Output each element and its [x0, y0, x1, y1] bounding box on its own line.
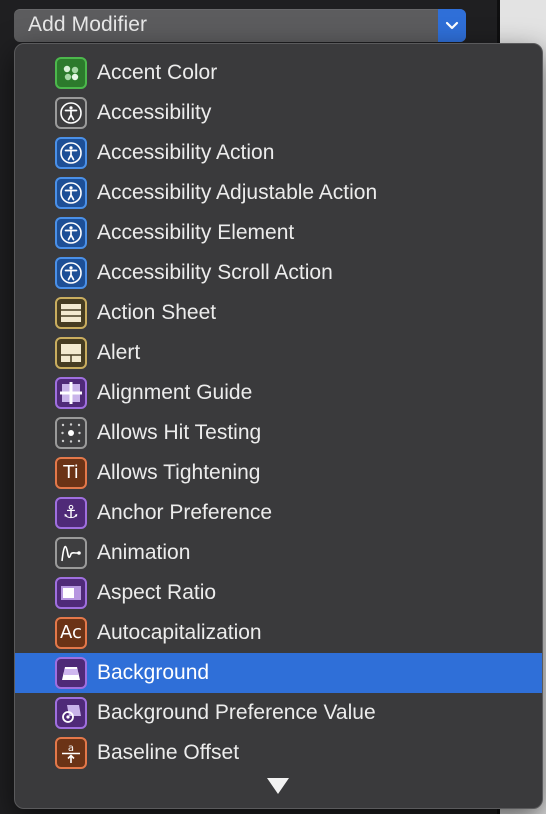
menu-item-label: Allows Hit Testing — [97, 421, 262, 444]
menu-item-label: Accessibility Action — [97, 141, 275, 164]
menu-list: Accent Color Accessibility Accessibility… — [15, 53, 542, 773]
menu-item-allows-hit-testing[interactable]: Allows Hit Testing — [15, 413, 542, 453]
menu-item-accessibility-action[interactable]: Accessibility Action — [15, 133, 542, 173]
alignment-guide-icon — [55, 377, 87, 409]
menu-item-label: Accessibility Scroll Action — [97, 261, 333, 284]
menu-item-accessibility-scroll-action[interactable]: Accessibility Scroll Action — [15, 253, 542, 293]
hit-testing-icon — [55, 417, 87, 449]
menu-item-accessibility-adjustable-action[interactable]: Accessibility Adjustable Action — [15, 173, 542, 213]
animation-icon — [55, 537, 87, 569]
menu-item-allows-tightening[interactable]: Ti Allows Tightening — [15, 453, 542, 493]
menu-item-accessibility-element[interactable]: Accessibility Element — [15, 213, 542, 253]
anchor-glyph: ⚓ — [62, 502, 80, 523]
svg-text:a: a — [68, 743, 74, 754]
menu-item-autocapitalization[interactable]: Ac Autocapitalization — [15, 613, 542, 653]
accessibility-icon — [55, 217, 87, 249]
menu-item-label: Accessibility Element — [97, 221, 295, 244]
alert-icon — [55, 337, 87, 369]
background-icon — [55, 657, 87, 689]
aspect-ratio-icon — [55, 577, 87, 609]
scroll-down-arrow-icon[interactable] — [267, 778, 289, 794]
baseline-offset-icon: a — [55, 737, 87, 769]
menu-item-label: Baseline Offset — [97, 741, 240, 764]
accessibility-icon — [55, 97, 87, 129]
menu-item-label: Autocapitalization — [97, 621, 262, 644]
autocapitalization-glyph: Ac — [60, 622, 82, 643]
menu-item-label: Background — [97, 661, 210, 684]
menu-item-alignment-guide[interactable]: Alignment Guide — [15, 373, 542, 413]
accent-color-icon — [55, 57, 87, 89]
menu-item-label: Accessibility — [97, 101, 212, 124]
menu-item-label: Accent Color — [97, 61, 218, 84]
menu-item-background-preference-value[interactable]: Background Preference Value — [15, 693, 542, 733]
menu-item-label: Aspect Ratio — [97, 581, 217, 604]
menu-item-label: Alignment Guide — [97, 381, 253, 404]
menu-item-action-sheet[interactable]: Action Sheet — [15, 293, 542, 333]
menu-item-label: Allows Tightening — [97, 461, 261, 484]
menu-item-aspect-ratio[interactable]: Aspect Ratio — [15, 573, 542, 613]
tightening-glyph: Ti — [63, 462, 79, 483]
menu-item-label: Alert — [97, 341, 141, 364]
popup-label: Add Modifier — [28, 13, 148, 36]
menu-item-accent-color[interactable]: Accent Color — [15, 53, 542, 93]
action-sheet-icon — [55, 297, 87, 329]
menu-item-background[interactable]: Background — [15, 653, 542, 693]
accessibility-icon — [55, 137, 87, 169]
menu-item-alert[interactable]: Alert — [15, 333, 542, 373]
menu-item-label: Accessibility Adjustable Action — [97, 181, 378, 204]
modifier-menu: Accent Color Accessibility Accessibility… — [14, 43, 543, 809]
accessibility-icon — [55, 257, 87, 289]
menu-item-accessibility[interactable]: Accessibility — [15, 93, 542, 133]
add-modifier-popup-button[interactable]: Add Modifier — [14, 9, 466, 42]
background-preference-icon — [55, 697, 87, 729]
accessibility-icon — [55, 177, 87, 209]
menu-item-anchor-preference[interactable]: ⚓ Anchor Preference — [15, 493, 542, 533]
menu-item-baseline-offset[interactable]: a Baseline Offset — [15, 733, 542, 773]
anchor-icon: ⚓ — [55, 497, 87, 529]
menu-item-label: Anchor Preference — [97, 501, 273, 524]
menu-item-label: Action Sheet — [97, 301, 217, 324]
menu-item-label: Animation — [97, 541, 191, 564]
menu-item-animation[interactable]: Animation — [15, 533, 542, 573]
chevron-down-icon — [438, 9, 466, 42]
menu-item-label: Background Preference Value — [97, 701, 376, 724]
autocapitalization-icon: Ac — [55, 617, 87, 649]
tightening-icon: Ti — [55, 457, 87, 489]
